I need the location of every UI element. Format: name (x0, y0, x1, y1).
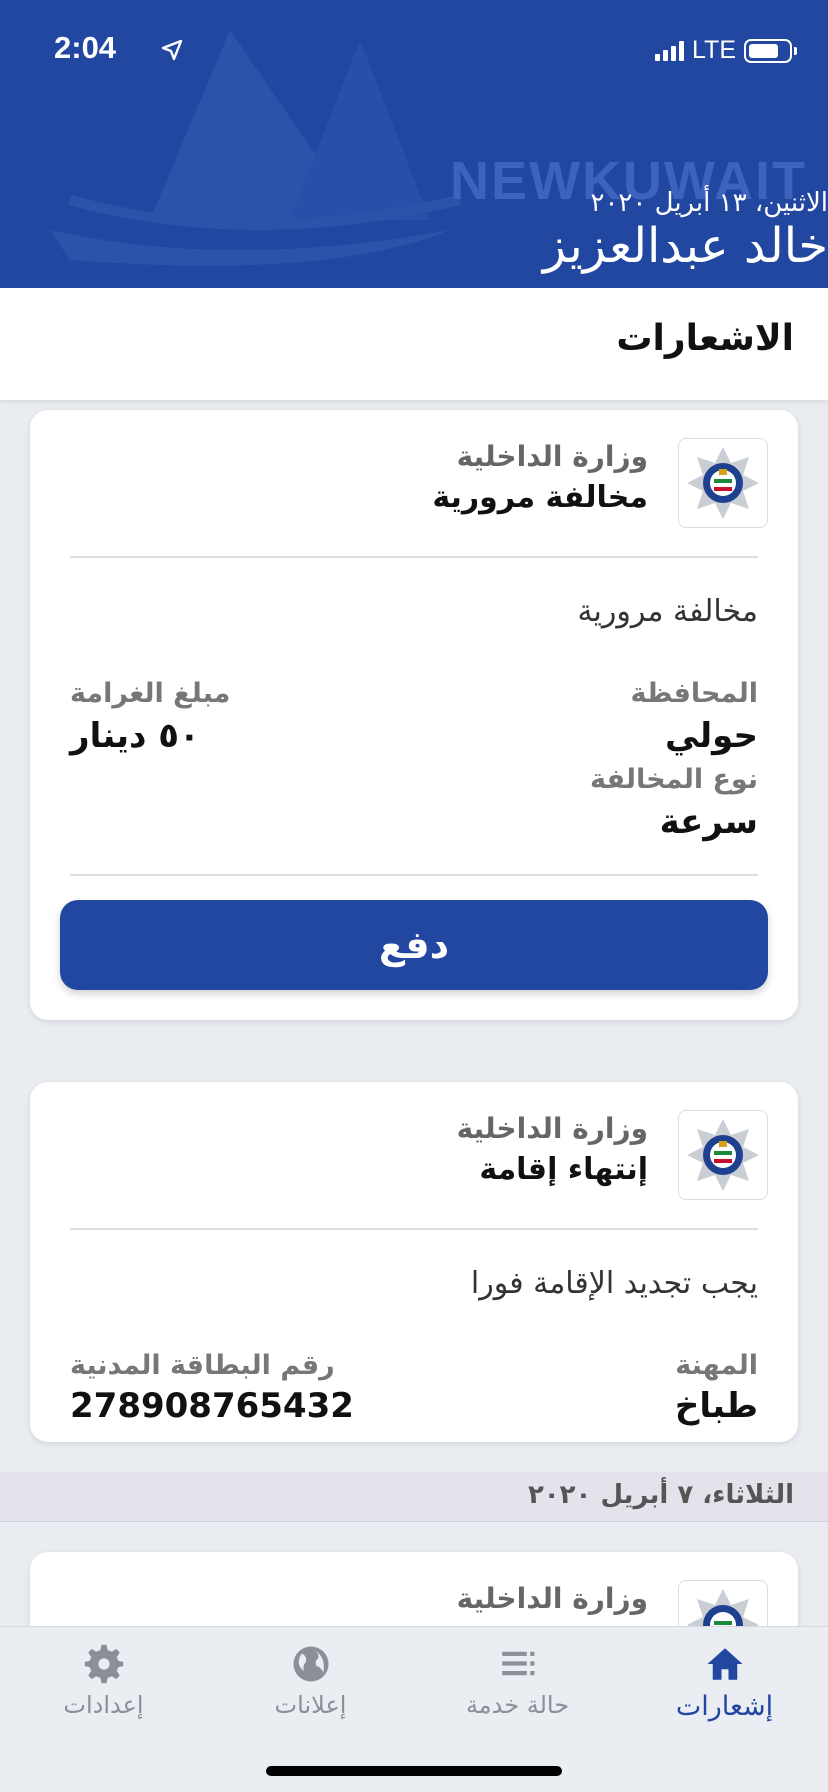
header: NEWKUWAIT 2:04 LTE الاثنين، ١٣ أبريل ٢٠٢… (0, 0, 828, 288)
location-arrow-icon (161, 39, 183, 61)
card-title: مخالفة مرورية (432, 480, 648, 515)
tab-label: حالة خدمة (465, 1691, 570, 1719)
date-separator-label: الثلاثاء، ٧ أبريل ٢٠٢٠ (527, 1480, 794, 1510)
field-label-civil-id: رقم البطاقة المدنية (70, 1350, 335, 1381)
card-title: إنتهاء إقامة (479, 1152, 648, 1187)
date-separator: الثلاثاء، ٧ أبريل ٢٠٢٠ (0, 1472, 828, 1522)
field-label-governorate: المحافظة (630, 678, 758, 709)
battery-icon (744, 38, 797, 63)
list-icon (501, 1651, 534, 1676)
home-indicator[interactable] (266, 1766, 562, 1776)
header-date: الاثنين، ١٣ أبريل ٢٠٢٠ (590, 188, 828, 218)
card-source: وزارة الداخلية (456, 1112, 648, 1145)
home-icon (707, 1648, 742, 1680)
tab-service-status[interactable]: حالة خدمة (414, 1643, 621, 1733)
card-description: يجب تجديد الإقامة فورا (470, 1266, 758, 1301)
divider (70, 1228, 758, 1230)
status-time: 2:04 (54, 30, 117, 65)
gear-icon (84, 1644, 123, 1684)
tab-settings[interactable]: إعدادات (0, 1643, 207, 1733)
divider (70, 556, 758, 558)
user-name: خالد عبدالعزيز (542, 218, 828, 274)
field-value-civil-id: 278908765432 (70, 1386, 354, 1426)
field-value-governorate: حولي (665, 716, 758, 756)
tab-announcements[interactable]: إعلانات (207, 1643, 414, 1733)
section-title-bar: الاشعارات (0, 288, 828, 400)
field-label-profession: المهنة (675, 1350, 758, 1381)
field-label-fine-amount: مبلغ الغرامة (70, 678, 231, 709)
notification-card[interactable]: وزارة الداخلية مخالفة مرورية مخالفة مرور… (30, 410, 798, 1020)
pay-button[interactable]: دفع (60, 900, 768, 990)
card-description: مخالفة مرورية (577, 594, 758, 629)
notification-card[interactable]: وزارة الداخلية إنتهاء إقامة يجب تجديد ال… (30, 1082, 798, 1442)
page-title: الاشعارات (616, 318, 794, 359)
field-value-profession: طباخ (674, 1386, 758, 1426)
field-value-violation-type: سرعة (659, 802, 758, 842)
globe-icon (293, 1646, 328, 1682)
divider (70, 874, 758, 876)
field-value-fine-amount: ٥٠ دينار (70, 716, 200, 756)
status-indicators: LTE (655, 36, 797, 65)
signal-icon (655, 40, 684, 61)
tab-label: إعلانات (274, 1691, 347, 1719)
tab-notifications[interactable]: إشعارات (621, 1643, 828, 1733)
network-label: LTE (692, 36, 736, 64)
field-label-violation-type: نوع المخالفة (590, 764, 758, 795)
tab-label: إعدادات (63, 1691, 144, 1719)
tab-label: إشعارات (675, 1691, 774, 1722)
ministry-logo-icon (678, 438, 768, 528)
card-source: وزارة الداخلية (456, 440, 648, 473)
card-source: وزارة الداخلية (456, 1582, 648, 1615)
ministry-logo-icon (678, 1110, 768, 1200)
